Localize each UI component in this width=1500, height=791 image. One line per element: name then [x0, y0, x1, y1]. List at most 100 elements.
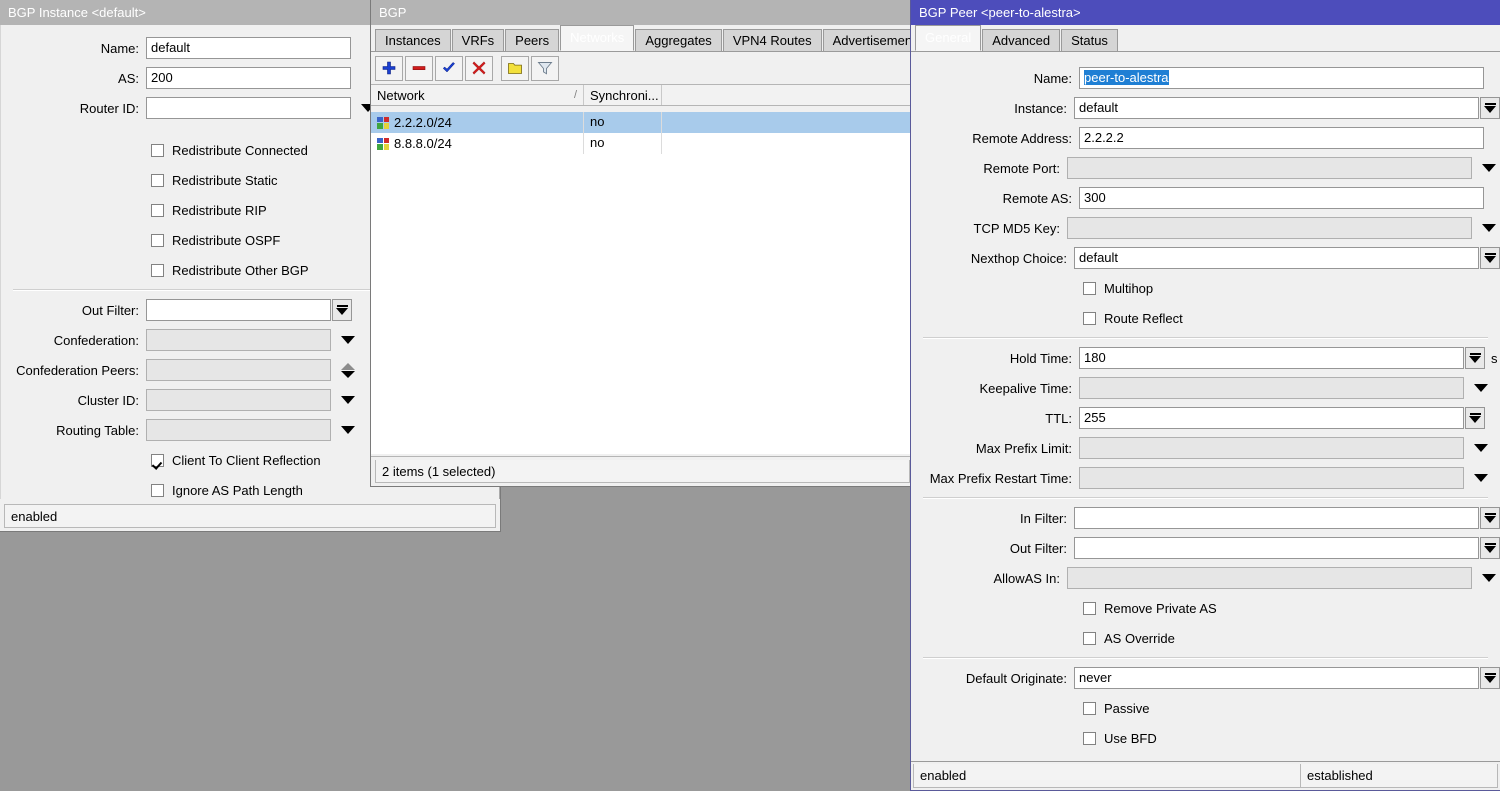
checkbox[interactable]: [151, 174, 164, 187]
filter-icon: [537, 60, 553, 76]
tab-status[interactable]: Status: [1061, 29, 1118, 51]
text-input[interactable]: [1079, 377, 1464, 399]
text-input[interactable]: [1079, 437, 1464, 459]
chevron-down-icon[interactable]: [337, 389, 359, 411]
selected-text: peer-to-alestra: [1084, 70, 1169, 85]
text-input[interactable]: [1074, 537, 1479, 559]
checkbox-row[interactable]: Passive: [911, 693, 1500, 723]
checkbox[interactable]: [1083, 632, 1096, 645]
column-header[interactable]: Synchroni...: [584, 85, 662, 105]
text-input[interactable]: 180: [1079, 347, 1464, 369]
checkbox-row[interactable]: AS Override: [911, 623, 1500, 653]
tab-general[interactable]: General: [915, 25, 981, 51]
up-down-stepper[interactable]: [337, 358, 359, 382]
checkbox[interactable]: [151, 454, 164, 467]
text-input[interactable]: [146, 389, 331, 411]
checkbox-row[interactable]: Remove Private AS: [911, 593, 1500, 623]
chevron-down-icon[interactable]: [337, 419, 359, 441]
dropdown-spin-button[interactable]: [1480, 667, 1500, 689]
tab-aggregates[interactable]: Aggregates: [635, 29, 722, 51]
checkbox[interactable]: [151, 264, 164, 277]
remove-button[interactable]: [405, 56, 433, 81]
checkbox[interactable]: [1083, 282, 1096, 295]
checkbox[interactable]: [1083, 602, 1096, 615]
text-input[interactable]: default: [1074, 97, 1479, 119]
text-input[interactable]: [1079, 467, 1464, 489]
chevron-down-icon[interactable]: [1470, 377, 1492, 399]
field-label: Nexthop Choice:: [911, 251, 1074, 266]
field-label: Out Filter:: [911, 541, 1074, 556]
text-input[interactable]: [146, 359, 331, 381]
chevron-down-icon[interactable]: [1478, 217, 1500, 239]
tab-networks[interactable]: Networks: [560, 25, 634, 51]
table-row[interactable]: 2.2.2.0/24no: [371, 112, 914, 133]
form-row: Out Filter:: [911, 533, 1500, 563]
dropdown-spin-button[interactable]: [1480, 537, 1500, 559]
checkbox-label: Remove Private AS: [1104, 601, 1217, 616]
text-input[interactable]: default: [1074, 247, 1479, 269]
chevron-down-icon[interactable]: [1478, 157, 1500, 179]
text-input[interactable]: default: [146, 37, 351, 59]
text-input[interactable]: peer-to-alestra: [1079, 67, 1484, 89]
dropdown-spin-button[interactable]: [1480, 507, 1500, 529]
text-input[interactable]: [1067, 217, 1472, 239]
add-button[interactable]: [375, 56, 403, 81]
form-row: Default Originate:never: [911, 663, 1500, 693]
cell-network: 2.2.2.0/24: [371, 112, 584, 133]
dropdown-spin-button[interactable]: [1465, 407, 1485, 429]
column-header-label: Network: [377, 88, 425, 103]
form-row: Remote Port:: [911, 153, 1500, 183]
checkbox[interactable]: [1083, 702, 1096, 715]
checkbox[interactable]: [151, 204, 164, 217]
chevron-down-icon[interactable]: [1470, 467, 1492, 489]
tab-advanced[interactable]: Advanced: [982, 29, 1060, 51]
form-row: Keepalive Time:: [911, 373, 1500, 403]
text-input[interactable]: 255: [1079, 407, 1464, 429]
table-row[interactable]: 8.8.8.0/24no: [371, 133, 914, 154]
filter-button[interactable]: [531, 56, 559, 81]
text-input[interactable]: [146, 419, 331, 441]
text-input[interactable]: never: [1074, 667, 1479, 689]
dropdown-spin-button[interactable]: [332, 299, 352, 321]
text-input[interactable]: 200: [146, 67, 351, 89]
dropdown-spin-button[interactable]: [1480, 247, 1500, 269]
text-input[interactable]: [146, 299, 331, 321]
comment-icon: [507, 60, 523, 76]
text-input[interactable]: [1067, 157, 1472, 179]
bgp-window-titlebar[interactable]: BGP: [371, 0, 914, 25]
form-row: Hold Time:180s: [911, 343, 1500, 373]
checkbox[interactable]: [1083, 312, 1096, 325]
checkbox-row[interactable]: Use BFD: [911, 723, 1500, 753]
tab-vpn4-routes[interactable]: VPN4 Routes: [723, 29, 822, 51]
text-input[interactable]: 300: [1079, 187, 1484, 209]
text-input[interactable]: [1067, 567, 1472, 589]
text-input[interactable]: [146, 97, 351, 119]
tab-instances[interactable]: Instances: [375, 29, 451, 51]
checkbox[interactable]: [151, 144, 164, 157]
checkbox-row[interactable]: Multihop: [911, 273, 1500, 303]
field-label: Hold Time:: [911, 351, 1079, 366]
text-input[interactable]: [1074, 507, 1479, 529]
checkbox[interactable]: [1083, 732, 1096, 745]
chevron-down-icon[interactable]: [1470, 437, 1492, 459]
dropdown-spin-button[interactable]: [1480, 97, 1500, 119]
checkbox-row[interactable]: Route Reflect: [911, 303, 1500, 333]
tab-peers[interactable]: Peers: [505, 29, 559, 51]
chevron-down-icon[interactable]: [1478, 567, 1500, 589]
checkbox-label: Redistribute Connected: [172, 143, 308, 158]
column-header[interactable]: Network/: [371, 85, 584, 105]
text-input[interactable]: 2.2.2.2: [1079, 127, 1484, 149]
chevron-down-icon[interactable]: [337, 329, 359, 351]
bgp-peer-titlebar[interactable]: BGP Peer <peer-to-alestra>: [911, 0, 1500, 25]
checkbox[interactable]: [151, 234, 164, 247]
text-input[interactable]: [146, 329, 331, 351]
field-control: [1079, 437, 1500, 459]
dropdown-spin-button[interactable]: [1465, 347, 1485, 369]
disable-button[interactable]: [465, 56, 493, 81]
comment-button[interactable]: [501, 56, 529, 81]
checkbox[interactable]: [151, 484, 164, 497]
field-label: TCP MD5 Key:: [911, 221, 1067, 236]
field-label: Router ID:: [1, 101, 146, 116]
enable-button[interactable]: [435, 56, 463, 81]
tab-vrfs[interactable]: VRFs: [452, 29, 505, 51]
